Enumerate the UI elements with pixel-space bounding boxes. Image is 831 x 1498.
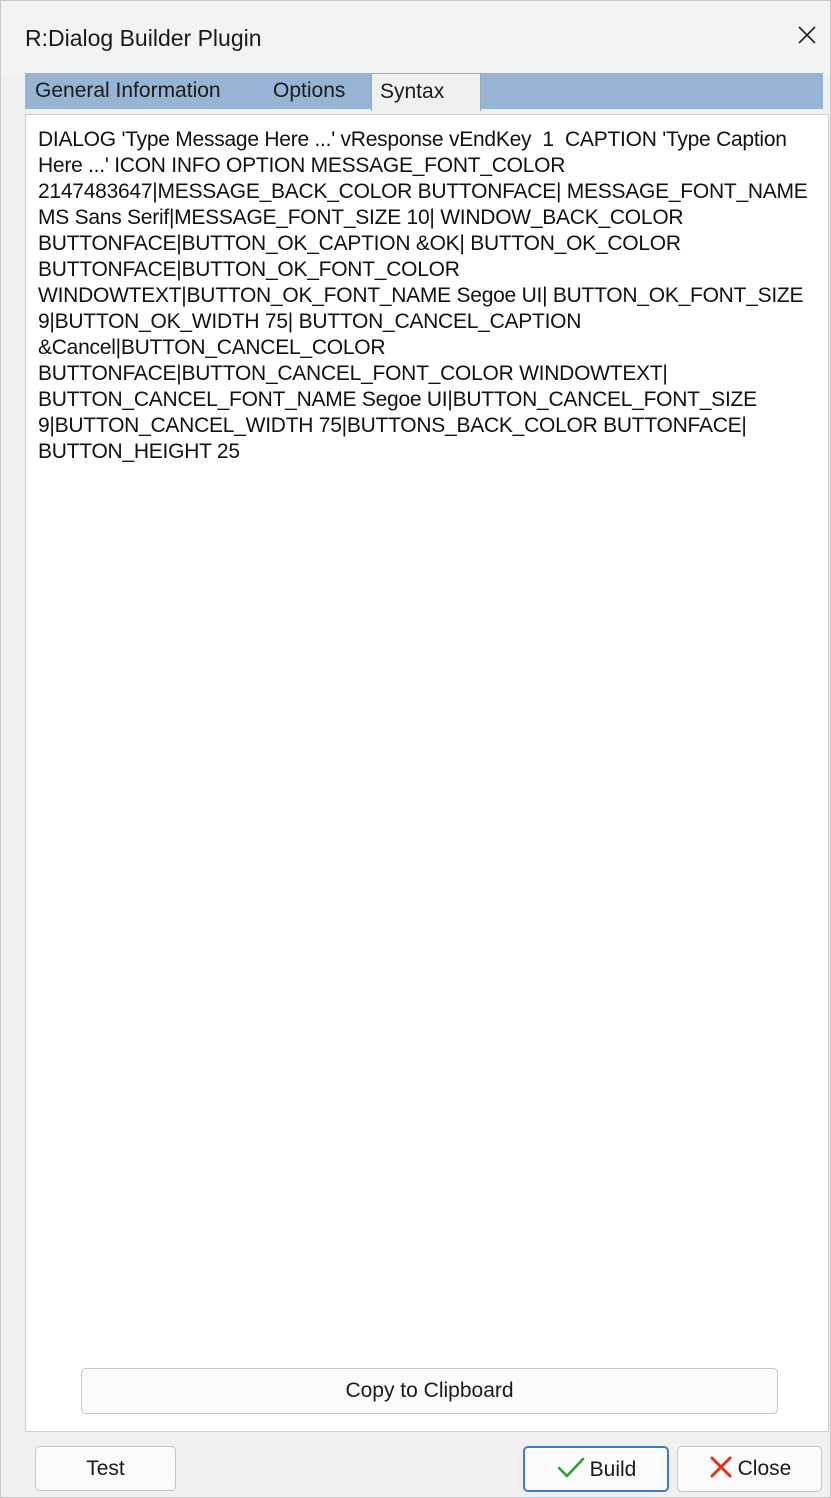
- dialog-window: R:Dialog Builder Plugin General Informat…: [0, 0, 831, 1498]
- syntax-text-area[interactable]: DIALOG 'Type Message Here ...' vResponse…: [25, 114, 829, 1432]
- green-checkmark-icon: [557, 1458, 584, 1478]
- tab-syntax[interactable]: Syntax: [371, 73, 481, 111]
- red-x-icon: [710, 1456, 732, 1478]
- window-title: R:Dialog Builder Plugin: [25, 25, 262, 51]
- build-button[interactable]: Build: [523, 1446, 669, 1492]
- copy-to-clipboard-label: Copy to Clipboard: [345, 1379, 514, 1402]
- test-button[interactable]: Test: [35, 1446, 176, 1491]
- title-bar: R:Dialog Builder Plugin: [1, 1, 830, 75]
- copy-to-clipboard-button[interactable]: Copy to Clipboard: [81, 1368, 778, 1414]
- tab-general-information[interactable]: General Information: [27, 73, 259, 109]
- close-label: Close: [737, 1457, 792, 1480]
- close-button[interactable]: Close: [677, 1446, 822, 1492]
- close-x-icon: [798, 26, 816, 44]
- build-label: Build: [589, 1458, 637, 1481]
- window-close-button[interactable]: [786, 11, 830, 59]
- syntax-text: DIALOG 'Type Message Here ...' vResponse…: [38, 128, 814, 463]
- tab-options[interactable]: Options: [265, 73, 370, 109]
- test-label: Test: [86, 1457, 125, 1480]
- tab-strip: General Information Options Syntax: [25, 73, 823, 111]
